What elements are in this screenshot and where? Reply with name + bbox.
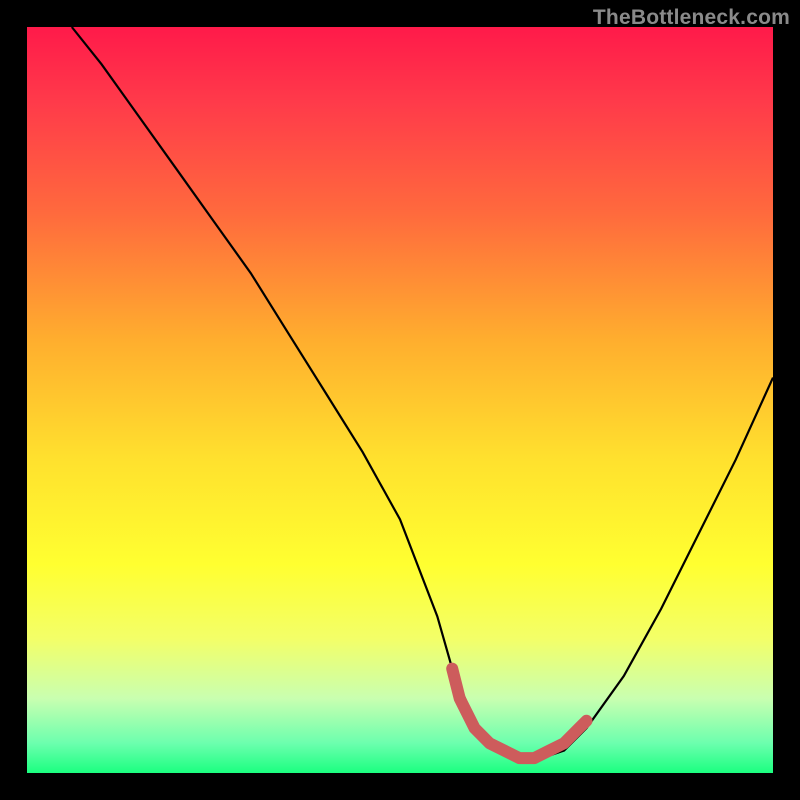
bottleneck-curve (72, 27, 773, 758)
chart-svg (27, 27, 773, 773)
watermark-text: TheBottleneck.com (593, 6, 790, 30)
chart-container: TheBottleneck.com (0, 0, 800, 800)
optimal-band (452, 669, 586, 759)
